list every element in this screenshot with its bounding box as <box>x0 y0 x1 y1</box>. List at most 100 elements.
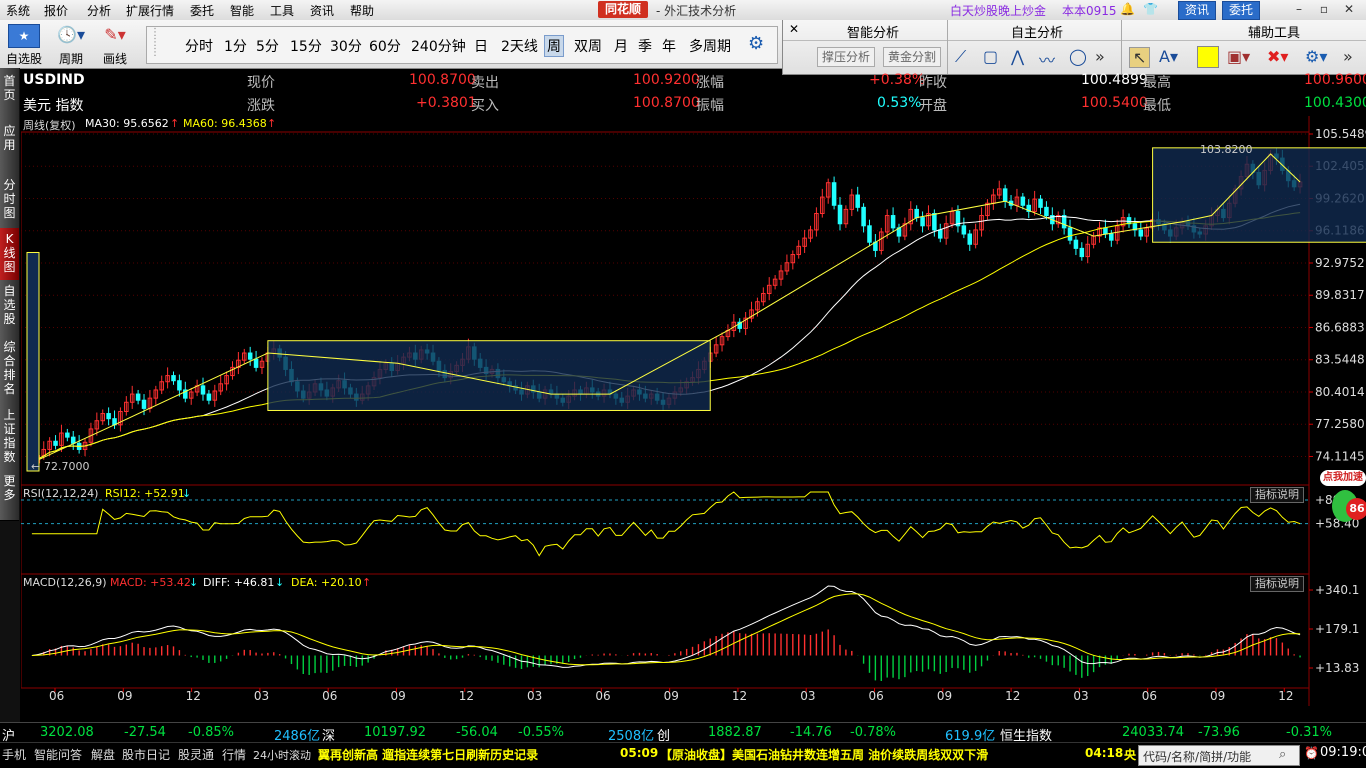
alarm-icon[interactable]: ⏰ <box>1304 746 1319 760</box>
tab-ranking[interactable]: 综合排名 <box>0 336 19 405</box>
value-amplitude: 0.53% <box>877 95 922 111</box>
status-mobile[interactable]: 手机 <box>2 746 26 763</box>
menu-analysis[interactable]: 分析 <box>87 2 111 19</box>
x-tick-label: 12 <box>1005 689 1020 703</box>
period-month[interactable]: 月 <box>614 36 628 56</box>
color-swatch[interactable] <box>1197 46 1219 68</box>
period-15m[interactable]: 15分 <box>290 36 322 56</box>
panel-close-icon[interactable]: ✕ <box>789 22 799 36</box>
news-1[interactable]: 翼再创新高 遛指连续第七日刷新历史记录 <box>318 746 538 763</box>
menu-help[interactable]: 帮助 <box>350 2 374 19</box>
rsi-explain-button[interactable]: 指标说明 <box>1250 487 1304 503</box>
kline-chart[interactable]: 105.5489102.405599.262096.118692.975289.… <box>21 116 1366 706</box>
ellipse-tool-icon[interactable]: ◯ <box>1069 47 1087 66</box>
period-2week[interactable]: 双周 <box>574 36 602 56</box>
status-24h[interactable]: 24小时滚动 <box>253 747 311 763</box>
ma30-up-icon: ↑ <box>170 117 180 130</box>
macd-name[interactable]: MACD(12,26,9) <box>23 576 107 589</box>
text-tool-icon[interactable]: A▾ <box>1159 47 1178 66</box>
candle-body <box>65 432 70 438</box>
clock-icon[interactable]: 🕓▾ <box>54 24 88 46</box>
hs-pct: -0.31% <box>1286 725 1332 740</box>
delete-icon[interactable]: ✖▾ <box>1267 47 1288 66</box>
x-tick-label: 06 <box>595 689 610 703</box>
tab-home[interactable]: 首页 <box>0 68 19 119</box>
period-5m[interactable]: 5分 <box>256 36 279 56</box>
macd-explain-button[interactable]: 指标说明 <box>1250 576 1304 592</box>
save-icon[interactable]: ▣▾ <box>1227 47 1250 66</box>
menu-news[interactable]: 资讯 <box>310 2 334 19</box>
period-2day[interactable]: 2天线 <box>501 36 538 56</box>
period-30m[interactable]: 30分 <box>330 36 362 56</box>
candle-body <box>890 215 896 229</box>
pen-icon[interactable]: ✎▾ <box>98 24 132 46</box>
status-diary[interactable]: 股市日记 <box>122 746 170 763</box>
support-analysis-button[interactable]: 撑压分析 <box>817 47 876 67</box>
period-quarter[interactable]: 季 <box>638 36 652 56</box>
period-multi[interactable]: 多周期 <box>689 36 731 56</box>
close-icon[interactable]: ✕ <box>1340 2 1358 17</box>
rsi-name[interactable]: RSI(12,12,24) <box>23 487 98 500</box>
settings-icon[interactable]: ⚙▾ <box>1305 47 1327 66</box>
label-open: 开盘 <box>919 98 947 114</box>
rect-tool-icon[interactable]: ▢ <box>983 47 998 66</box>
menu-tools[interactable]: 工具 <box>270 2 294 19</box>
menu-smart[interactable]: 智能 <box>230 2 254 19</box>
menu-trade[interactable]: 委托 <box>190 2 214 19</box>
zigzag-tool-icon[interactable]: 〰 <box>1039 47 1055 71</box>
tab-timeshare[interactable]: 分时图 <box>0 174 19 229</box>
period-240m[interactable]: 240分钟 <box>411 36 466 56</box>
self-analysis-title[interactable]: 自主分析 <box>1011 22 1063 41</box>
period-1m[interactable]: 1分 <box>224 36 247 56</box>
star-icon[interactable]: ★ <box>8 24 40 48</box>
tab-watchlist[interactable]: 自选股 <box>0 280 19 337</box>
minimize-icon[interactable]: – <box>1290 2 1308 17</box>
bell-icon[interactable]: 🔔 <box>1120 2 1135 16</box>
tab-apps[interactable]: 应用 <box>0 118 19 175</box>
zhouqi-label[interactable]: 周期 <box>54 50 88 67</box>
period-60m[interactable]: 60分 <box>369 36 401 56</box>
tab-more[interactable]: 更多 <box>0 470 19 521</box>
status-qa[interactable]: 智能问答 <box>34 746 82 763</box>
news-2[interactable]: 【原油收盘】美国石油钻井数连增五周 油价续跌周线双双下滑 <box>660 746 988 763</box>
maximize-icon[interactable]: ▫ <box>1315 2 1333 17</box>
aux-tools-title[interactable]: 辅助工具 <box>1248 22 1300 41</box>
period-year[interactable]: 年 <box>662 36 676 56</box>
status-linglong[interactable]: 股灵通 <box>178 746 214 763</box>
news-3[interactable]: 央 <box>1124 746 1136 763</box>
period-fenshi[interactable]: 分时 <box>185 36 213 56</box>
candle-body <box>1079 247 1085 258</box>
sh-value: 3202.08 <box>40 725 94 740</box>
zixuan-label[interactable]: 自选股 <box>4 50 44 67</box>
left-tab-bar: 首页 应用 分时图 K线图 自选股 综合排名 上证指数 更多 <box>0 68 20 724</box>
period-day[interactable]: 日 <box>474 36 488 56</box>
status-hq[interactable]: 行情 <box>222 746 246 763</box>
smart-analysis-title[interactable]: 智能分析 <box>847 22 899 41</box>
tab-sh-index[interactable]: 上证指数 <box>0 404 19 471</box>
value-change: +0.3801 <box>416 95 477 111</box>
search-icon[interactable]: ⌕ <box>1279 747 1286 762</box>
menu-quote[interactable]: 报价 <box>44 2 68 19</box>
line-tool-icon[interactable]: ⟋ <box>955 47 966 67</box>
kline-period-label[interactable]: 周线(复权) <box>23 117 76 133</box>
search-box[interactable]: 代码/名称/简拼/功能 ⌕ <box>1138 745 1300 766</box>
shirt-icon[interactable]: 👕 <box>1143 2 1158 16</box>
period-week[interactable]: 周 <box>544 35 564 57</box>
pointer-icon[interactable]: ↖ <box>1129 47 1151 68</box>
status-jiepan[interactable]: 解盘 <box>91 746 115 763</box>
gear-icon[interactable]: ⚙ <box>748 33 764 54</box>
accelerate-badge[interactable]: 点我加速 86 <box>1320 466 1366 526</box>
huaxian-label[interactable]: 画线 <box>98 50 132 67</box>
menu-ext-quote[interactable]: 扩展行情 <box>126 2 174 19</box>
expand-icon[interactable]: » <box>1343 47 1353 66</box>
news-button[interactable]: 资讯 <box>1178 1 1217 20</box>
more-tools-icon[interactable]: » <box>1095 47 1105 66</box>
wave-tool-icon[interactable]: ⋀ <box>1011 47 1024 66</box>
tab-kline[interactable]: K线图 <box>0 228 19 281</box>
golden-section-button[interactable]: 黄金分割 <box>883 47 942 67</box>
ad-link[interactable]: 白天炒股晚上炒金 <box>950 2 1046 19</box>
candle-body <box>206 393 212 401</box>
panel-sep-1 <box>947 20 948 74</box>
menu-system[interactable]: 系统 <box>6 2 30 19</box>
trade-button[interactable]: 委托 <box>1222 1 1261 20</box>
